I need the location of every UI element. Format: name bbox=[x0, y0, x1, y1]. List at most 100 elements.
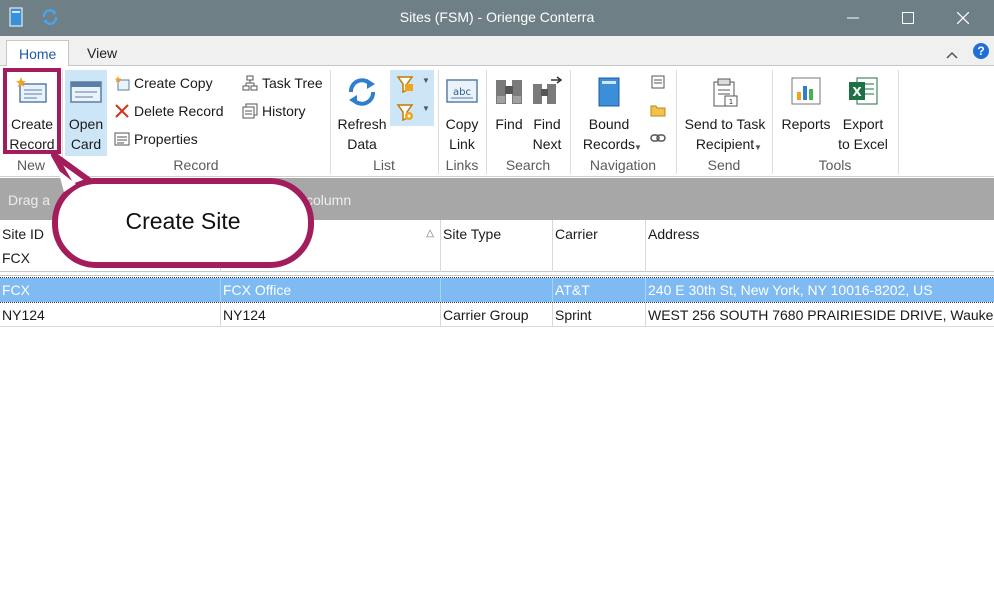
column-filter-value[interactable]: FCX bbox=[2, 250, 30, 266]
excel-icon: X bbox=[847, 76, 879, 111]
binoculars-icon bbox=[493, 76, 525, 111]
refresh-data-label: Refresh Data bbox=[337, 116, 387, 152]
filter-dropdown-icon: ▼ bbox=[422, 76, 430, 85]
refresh-data-button[interactable]: Refresh Data bbox=[334, 70, 390, 156]
reports-label: Reports bbox=[781, 116, 831, 132]
filter-settings-dropdown-icon: ▼ bbox=[422, 104, 430, 113]
binoculars-next-icon bbox=[531, 76, 563, 111]
copy-link-button[interactable]: abc Copy Link bbox=[440, 70, 484, 156]
cell-carrier: AT&T bbox=[553, 278, 646, 302]
delete-record-label: Delete Record bbox=[134, 103, 224, 119]
cell-name: FCX Office bbox=[221, 278, 441, 302]
column-address[interactable]: Address bbox=[646, 220, 994, 272]
create-site-callout: Create Site bbox=[52, 178, 314, 268]
cell-site-type bbox=[441, 278, 553, 302]
minimize-button[interactable] bbox=[830, 0, 876, 36]
create-copy-icon bbox=[114, 75, 130, 91]
find-button[interactable]: Find bbox=[490, 70, 528, 156]
maximize-button[interactable] bbox=[885, 0, 931, 36]
filter-settings-button[interactable]: ▼ bbox=[390, 98, 434, 126]
nav-records-small-icon[interactable] bbox=[650, 74, 666, 95]
callout-text: Create Site bbox=[125, 208, 241, 234]
group-label-send: Send bbox=[707, 157, 741, 173]
svg-text:X: X bbox=[852, 85, 862, 99]
group-label-navigation: Navigation bbox=[589, 157, 657, 173]
title-bar: Sites (FSM) - Oriengе Conterra bbox=[0, 0, 994, 36]
column-header-label: Address bbox=[648, 226, 700, 242]
export-to-excel-label: Export to Excel bbox=[838, 116, 888, 152]
cell-site-id: FCX bbox=[0, 278, 221, 302]
tab-home[interactable]: Home bbox=[6, 40, 70, 67]
group-panel-hint-left: Drag a bbox=[8, 192, 51, 208]
ribbon-tabs: Home View ? bbox=[0, 36, 994, 67]
task-tree-button[interactable]: Task Tree bbox=[242, 72, 323, 94]
callout-pointer-joint bbox=[58, 170, 76, 192]
group-panel-hint-right: column bbox=[306, 192, 352, 208]
history-label: History bbox=[262, 103, 306, 119]
send-to-task-recipient-button[interactable]: 1 Send to Task Recipient ▼ bbox=[680, 70, 770, 156]
filter-icon bbox=[396, 75, 414, 98]
svg-text:abc: abc bbox=[453, 87, 471, 98]
cell-name: NY124 bbox=[221, 303, 441, 327]
find-next-button[interactable]: Find Next bbox=[528, 70, 566, 156]
cell-site-type: Carrier Group bbox=[441, 303, 553, 327]
column-header-label: Site Type bbox=[443, 226, 502, 242]
create-copy-label: Create Copy bbox=[134, 75, 213, 91]
collapse-ribbon-icon[interactable] bbox=[946, 46, 958, 64]
properties-label: Properties bbox=[134, 131, 198, 147]
column-carrier[interactable]: Carrier bbox=[553, 220, 646, 272]
column-site-type[interactable]: Site Type bbox=[441, 220, 553, 272]
tab-view[interactable]: View bbox=[75, 40, 129, 67]
group-label-search: Search bbox=[505, 157, 551, 173]
table-row[interactable]: NY124 NY124 Carrier Group Sprint WEST 25… bbox=[0, 303, 994, 327]
delete-record-button[interactable]: Delete Record bbox=[114, 100, 224, 122]
delete-icon bbox=[114, 103, 130, 119]
ribbon: Create Record New Open Card Create Copy … bbox=[0, 66, 994, 177]
open-card-button[interactable]: Open Card bbox=[65, 70, 107, 156]
reports-icon bbox=[790, 76, 822, 111]
find-next-label: Find Next bbox=[532, 116, 562, 152]
header-divider bbox=[0, 273, 994, 276]
send-task-icon: 1 bbox=[709, 76, 741, 113]
create-copy-button[interactable]: Create Copy bbox=[114, 72, 213, 94]
open-card-label: Open Card bbox=[68, 116, 104, 152]
column-header-label: Carrier bbox=[555, 226, 598, 242]
bound-records-icon bbox=[595, 76, 623, 113]
properties-button[interactable]: Properties bbox=[114, 128, 198, 150]
task-tree-icon bbox=[242, 75, 258, 91]
task-tree-label: Task Tree bbox=[262, 75, 323, 91]
link-icon[interactable] bbox=[650, 130, 666, 151]
group-label-list: List bbox=[373, 157, 395, 173]
sort-ascending-icon: △ bbox=[426, 228, 434, 239]
help-icon[interactable]: ? bbox=[973, 43, 989, 59]
find-label: Find bbox=[495, 116, 523, 132]
cell-address: WEST 256 SOUTH 7680 PRAIRIESIDE DRIVE, W… bbox=[648, 307, 994, 323]
create-record-highlight bbox=[3, 68, 61, 154]
copy-link-label: Copy Link bbox=[445, 116, 479, 152]
ribbon-separator bbox=[898, 70, 899, 174]
group-label-links: Links bbox=[445, 157, 479, 173]
group-label-record: Record bbox=[173, 157, 219, 173]
history-button[interactable]: History bbox=[242, 100, 306, 122]
group-label-tools: Tools bbox=[818, 157, 852, 173]
properties-icon bbox=[114, 131, 130, 147]
sites-grid: Site ID FCX △ Site Type Carrier Address … bbox=[0, 220, 994, 593]
open-card-icon bbox=[69, 76, 103, 111]
reports-button[interactable]: Reports bbox=[776, 70, 836, 156]
bound-records-button[interactable]: Bound Records ▼ bbox=[574, 70, 644, 156]
bound-records-dropdown-icon: ▼ bbox=[634, 143, 642, 152]
cell-carrier: Sprint bbox=[553, 303, 646, 327]
close-button[interactable] bbox=[940, 0, 986, 36]
export-to-excel-button[interactable]: X Export to Excel bbox=[834, 70, 892, 156]
cell-site-id: NY124 bbox=[0, 303, 221, 327]
history-icon bbox=[242, 103, 258, 119]
svg-text:1: 1 bbox=[729, 98, 733, 106]
copy-link-icon: abc bbox=[445, 76, 479, 111]
column-header-label: Site ID bbox=[2, 226, 45, 242]
refresh-icon bbox=[345, 76, 379, 113]
table-row[interactable]: FCX FCX Office AT&T 240 E 30th St, New Y… bbox=[0, 277, 994, 303]
filter-gear-icon bbox=[396, 103, 414, 126]
folder-icon[interactable] bbox=[650, 102, 666, 123]
filter-button[interactable]: ▼ bbox=[390, 70, 434, 98]
send-dropdown-icon: ▼ bbox=[754, 143, 762, 152]
